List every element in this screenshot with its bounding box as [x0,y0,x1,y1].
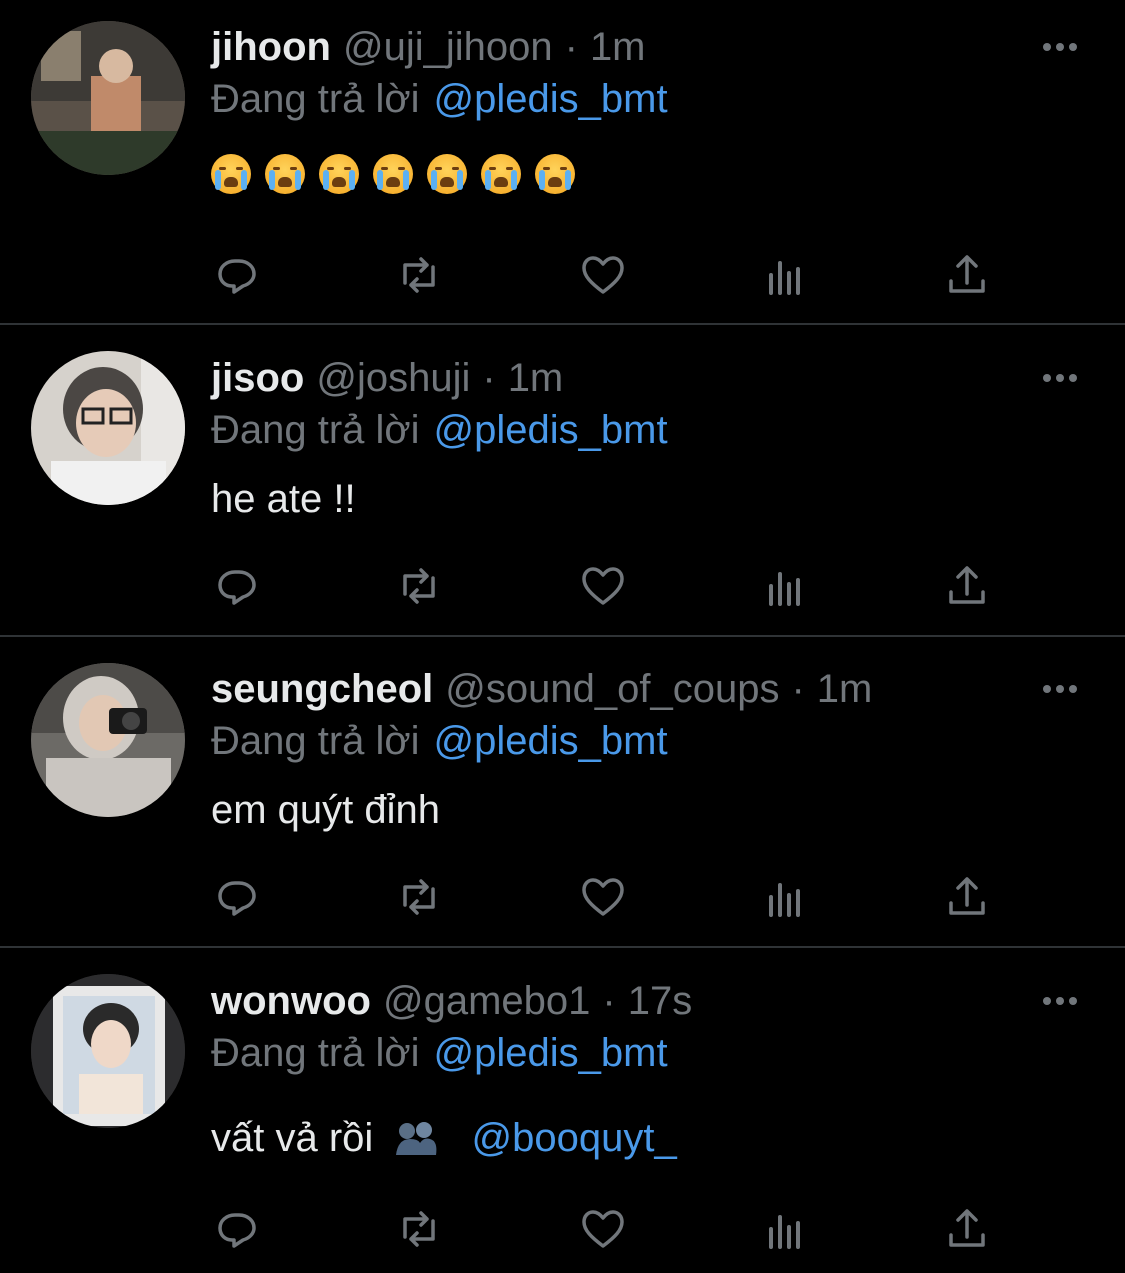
separator-dot: · [791,667,805,711]
tweet-text [211,154,575,194]
reply-label: Đang trả lời [211,77,420,121]
like-icon[interactable] [577,1203,629,1255]
avatar[interactable] [31,974,185,1128]
share-icon[interactable] [941,871,993,923]
tweet-header: jisoo @joshuji · 1m [211,348,563,408]
share-icon[interactable] [941,249,993,301]
mention-link[interactable]: @booquyt_ [472,1116,677,1160]
more-options-icon[interactable] [1043,370,1083,386]
reply-mention-link[interactable]: @pledis_bmt [434,408,668,452]
reply-label: Đang trả lời [211,408,420,452]
reply-icon[interactable] [211,1203,263,1255]
display-name[interactable]: jisoo [211,348,304,408]
reply-icon[interactable] [211,560,263,612]
like-icon[interactable] [577,871,629,923]
reply-mention-link[interactable]: @pledis_bmt [434,719,668,763]
timestamp[interactable]: 17s [628,971,693,1031]
avatar[interactable] [31,21,185,175]
crying-face-icon [265,154,305,194]
reply-label: Đang trả lời [211,719,420,763]
timestamp[interactable]: 1m [508,348,564,408]
avatar[interactable] [31,351,185,505]
views-icon[interactable] [759,1203,811,1255]
more-options-icon[interactable] [1043,993,1083,1009]
tweet-actions [0,249,1125,309]
replying-to: Đang trả lời @pledis_bmt [211,69,668,129]
reply-icon[interactable] [211,249,263,301]
timestamp[interactable]: 1m [590,17,646,77]
people-hugging-icon [394,1114,438,1155]
tweet-header: seungcheol @sound_of_coups · 1m [211,659,872,719]
replying-to: Đang trả lời @pledis_bmt [211,1023,668,1083]
retweet-icon[interactable] [393,871,445,923]
tweet-text: em quýt đỉnh [211,788,441,832]
more-options-icon[interactable] [1043,681,1083,697]
divider [0,323,1125,325]
avatar[interactable] [31,663,185,817]
crying-face-icon [427,154,467,194]
tweet-actions [0,871,1125,931]
crying-face-icon [373,154,413,194]
views-icon[interactable] [759,249,811,301]
share-icon[interactable] [941,1203,993,1255]
separator-dot: · [482,356,496,400]
display-name[interactable]: jihoon [211,17,331,77]
user-handle[interactable]: @sound_of_coups [445,659,779,719]
user-handle[interactable]: @uji_jihoon [343,17,553,77]
reply-label: Đang trả lời [211,1031,420,1075]
retweet-icon[interactable] [393,560,445,612]
crying-face-icon [319,154,359,194]
crying-face-icon [535,154,575,194]
reply-mention-link[interactable]: @pledis_bmt [434,77,668,121]
timestamp[interactable]: 1m [817,659,873,719]
more-options-icon[interactable] [1043,39,1083,55]
tweet-text: he ate !! [211,477,356,521]
divider [0,635,1125,637]
replying-to: Đang trả lời @pledis_bmt [211,400,668,460]
tweet-header: jihoon @uji_jihoon · 1m [211,17,646,77]
tweet-text: vất vả rồi @booquyt_ [211,1110,677,1166]
tweet-header: wonwoo @gamebo1 · 17s [211,971,692,1031]
reply-mention-link[interactable]: @pledis_bmt [434,1031,668,1075]
views-icon[interactable] [759,871,811,923]
like-icon[interactable] [577,249,629,301]
display-name[interactable]: seungcheol [211,659,433,719]
crying-face-icon [481,154,521,194]
tweet-actions [0,1203,1125,1263]
user-handle[interactable]: @joshuji [316,348,470,408]
separator-dot: · [602,979,616,1023]
like-icon[interactable] [577,560,629,612]
share-icon[interactable] [941,560,993,612]
retweet-icon[interactable] [393,249,445,301]
crying-emoji-row [211,154,575,194]
views-icon[interactable] [759,560,811,612]
replying-to: Đang trả lời @pledis_bmt [211,711,668,771]
divider [0,946,1125,948]
retweet-icon[interactable] [393,1203,445,1255]
crying-face-icon [211,154,251,194]
reply-icon[interactable] [211,871,263,923]
tweet-actions [0,560,1125,620]
display-name[interactable]: wonwoo [211,971,371,1031]
separator-dot: · [564,25,578,69]
tweet-text-content: vất vả rồi [211,1116,374,1160]
user-handle[interactable]: @gamebo1 [383,971,590,1031]
